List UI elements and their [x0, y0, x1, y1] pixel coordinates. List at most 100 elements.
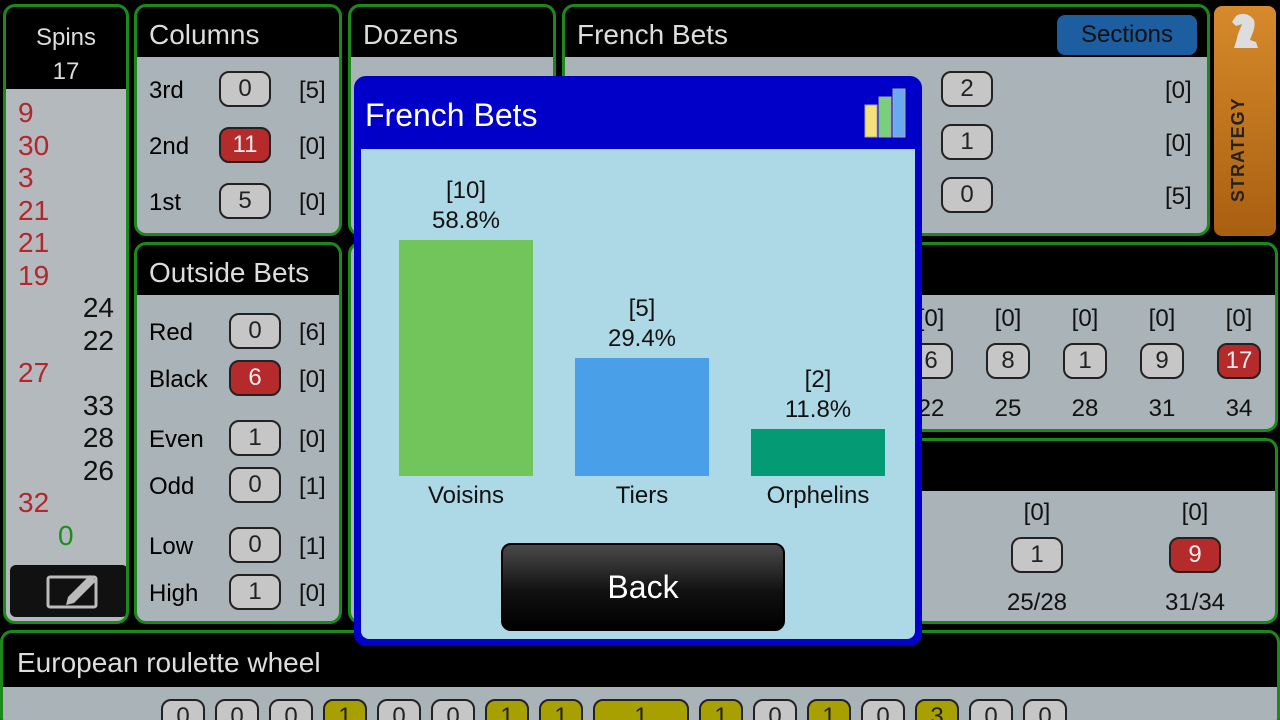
column-label: 2nd — [149, 133, 190, 160]
street-bracket: [0] — [1148, 305, 1176, 332]
outside-bet-count[interactable]: 0 — [229, 313, 281, 349]
bar-tiers — [575, 357, 709, 476]
bar-percent-label: 29.4% — [607, 324, 677, 352]
spin-entry: 21 — [18, 227, 50, 258]
sections-button[interactable]: Sections — [1057, 15, 1197, 55]
section-count[interactable]: 1 — [941, 124, 993, 160]
outside-bet-bracket: [0] — [299, 580, 326, 607]
outside-bet-bracket: [0] — [299, 366, 326, 393]
spin-entry: 0 — [58, 519, 74, 551]
column-count[interactable]: 5 — [219, 183, 271, 219]
wheel-pocket: 1 — [807, 699, 851, 720]
street-number: 28 — [1071, 395, 1099, 422]
wheel-pocket: 0 — [753, 699, 797, 720]
category-label: Orphelins — [766, 482, 870, 509]
notes-button[interactable] — [10, 565, 126, 617]
outside-bet-bracket: [0] — [299, 426, 326, 453]
split-number: 25/28 — [1006, 589, 1068, 616]
outside-bets-panel: Outside Bets Red 0 [6] Black 6 [0] Even 1 [0] Odd… — [134, 242, 342, 624]
section-count[interactable]: 2 — [941, 71, 993, 107]
wheel-pocket: 3 — [915, 699, 959, 720]
street-count[interactable]: 9 — [1140, 343, 1184, 379]
bar-percent-label: 11.8% — [784, 395, 852, 423]
spin-entry: 26 — [82, 454, 114, 486]
section-bracket: [0] — [1165, 130, 1192, 157]
bar-count-label: [10] — [445, 176, 487, 204]
street-number: 34 — [1225, 395, 1253, 422]
column-label: 3rd — [149, 77, 184, 104]
outside-bet-label: Low — [149, 533, 194, 560]
dialog-body: [10] 58.8% Voisins [5] 29.4% Tiers [2] 11.8% Orp… — [361, 149, 915, 639]
outside-bet-label: High — [149, 580, 199, 607]
wheel-pocket: 1 — [485, 699, 529, 720]
outside-bet-label: Even — [149, 426, 204, 453]
spin-entry: 27 — [18, 357, 50, 388]
outside-bet-bracket: [1] — [299, 533, 326, 560]
spin-entry: 28 — [82, 422, 114, 453]
column-bracket: [5] — [299, 77, 326, 104]
column-count[interactable]: 11 — [219, 127, 271, 163]
wheel-pocket: 0 — [161, 699, 205, 720]
street-bracket: [0] — [1071, 305, 1099, 332]
outside-bet-bracket: [6] — [299, 319, 326, 346]
spin-entry: 24 — [82, 292, 114, 323]
street-number: 31 — [1148, 395, 1176, 422]
street-bracket: [0] — [994, 305, 1022, 332]
column-count[interactable]: 0 — [219, 71, 271, 107]
outside-bet-count[interactable]: 0 — [229, 527, 281, 563]
columns-panel: Columns 3rd 0 [5] 2nd 11 [0] 1st 5 [0] — [134, 4, 342, 236]
spins-count: 17 — [52, 58, 80, 85]
category-label: Tiers — [615, 482, 669, 509]
bar-orphelins — [751, 428, 885, 476]
outside-bet-count[interactable]: 0 — [229, 467, 281, 503]
bar-count-label: [5] — [628, 294, 656, 322]
spin-entry: 22 — [82, 324, 114, 356]
bar-percent-label: 58.8% — [431, 206, 501, 234]
category-label: Voisins — [427, 482, 505, 509]
strategy-button[interactable]: STRATEGY — [1214, 6, 1276, 236]
wheel-pocket: 0 — [969, 699, 1013, 720]
split-count[interactable]: 9 — [1169, 537, 1221, 573]
bar-count-label: [2] — [804, 365, 832, 393]
street-count[interactable]: 8 — [986, 343, 1030, 379]
spin-entry: 32 — [18, 487, 50, 518]
column-label: 1st — [149, 189, 182, 216]
edit-note-icon — [46, 575, 98, 609]
split-bracket: [0] — [1181, 499, 1209, 526]
column-bracket: [0] — [299, 189, 326, 216]
outside-bet-count[interactable]: 1 — [229, 574, 281, 610]
spins-panel: Spins 17 9 30 3 21 21 19 24 22 27 33 28 26 32 0 — [3, 4, 129, 624]
outside-bet-label: Black — [149, 366, 208, 393]
chess-knight-icon — [1232, 13, 1258, 48]
spin-entry: 9 — [18, 97, 34, 128]
street-count[interactable]: 17 — [1217, 343, 1261, 379]
column-bracket: [0] — [299, 133, 326, 160]
spin-entry: 33 — [82, 389, 114, 421]
outside-bet-label: Odd — [149, 473, 195, 500]
outside-bet-label: Red — [149, 319, 194, 346]
split-bracket: [0] — [1023, 499, 1051, 526]
wheel-pocket: 1 — [593, 699, 689, 720]
spin-entry: 30 — [18, 129, 50, 161]
columns-title: Columns — [137, 7, 339, 57]
section-count[interactable]: 0 — [941, 177, 993, 213]
wheel-pocket: 1 — [323, 699, 367, 720]
street-count[interactable]: 1 — [1063, 343, 1107, 379]
split-number: 31/34 — [1164, 589, 1226, 616]
dozens-title: Dozens — [351, 7, 553, 57]
outside-bet-count[interactable]: 1 — [229, 420, 281, 456]
spin-entry: 3 — [18, 162, 34, 193]
back-button[interactable]: Back — [501, 543, 785, 631]
outside-bet-bracket: [1] — [299, 473, 326, 500]
spin-entry: 21 — [18, 194, 50, 226]
section-bracket: [0] — [1165, 77, 1192, 104]
split-count[interactable]: 1 — [1011, 537, 1063, 573]
street-number: 25 — [994, 395, 1022, 422]
outside-bet-count[interactable]: 6 — [229, 360, 281, 396]
strategy-label: STRATEGY — [1228, 97, 1248, 202]
wheel-pocket: 1 — [699, 699, 743, 720]
wheel-pocket: 0 — [861, 699, 905, 720]
french-bets-dialog: French Bets [10] 58.8% Voisins [5] 29.4% Tier… — [354, 76, 922, 646]
section-bracket: [5] — [1165, 183, 1192, 210]
bar-chart-icon — [864, 88, 906, 138]
